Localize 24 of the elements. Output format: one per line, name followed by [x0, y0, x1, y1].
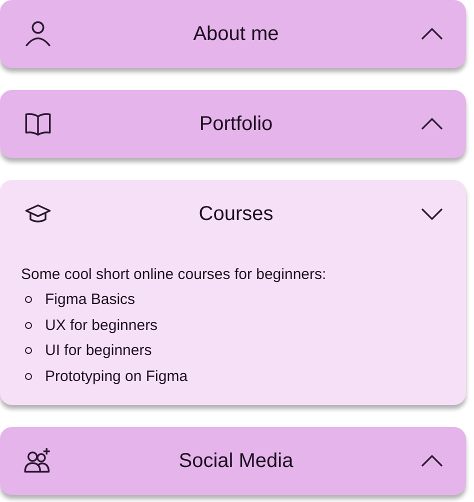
bullet-icon	[25, 296, 32, 304]
bullet-icon	[25, 372, 32, 380]
chevron-icon	[420, 207, 444, 221]
chevron-icon	[420, 117, 444, 131]
section-title: About me	[192, 22, 280, 46]
expand-toggle[interactable]	[420, 207, 444, 221]
bullet-icon	[25, 347, 32, 354]
book-icon	[24, 110, 52, 138]
chevron-icon	[420, 454, 444, 468]
expand-toggle[interactable]	[420, 27, 444, 41]
section-title: Portfolio	[198, 112, 274, 136]
course-description: Some cool short online courses for beginners:	[21, 266, 328, 283]
expand-toggle[interactable]	[420, 117, 444, 131]
user-icon	[24, 20, 52, 48]
course-item: Figma Basics	[45, 291, 136, 308]
add-users-icon	[24, 447, 52, 475]
bullet-icon	[25, 322, 32, 329]
chevron-icon	[420, 27, 444, 41]
section-title: Courses	[198, 202, 274, 226]
section-title: Social Media	[178, 450, 294, 472]
course-item: UX for beginners	[45, 316, 158, 334]
expand-toggle[interactable]	[420, 454, 444, 468]
course-item: UI for beginners	[45, 342, 152, 360]
course-item: Prototyping on Figma	[45, 368, 188, 385]
